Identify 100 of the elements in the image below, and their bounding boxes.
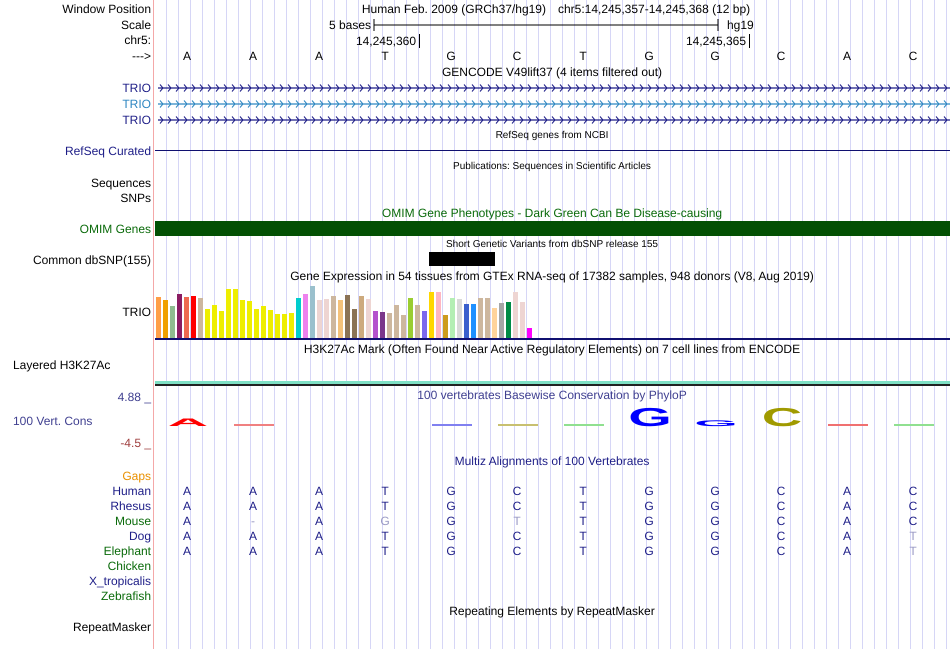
- expression-bar: [177, 294, 182, 338]
- coordinate-tick: 14,245,365: [686, 34, 750, 48]
- expression-bar: [184, 297, 189, 338]
- aligned-base: A: [314, 498, 323, 512]
- track-label: Sequences: [90, 176, 151, 190]
- aligned-base: C: [512, 498, 522, 512]
- aligned-base: T: [579, 528, 587, 542]
- base-letter: T: [579, 48, 587, 62]
- species-label: Chicken: [108, 558, 151, 572]
- aligned-base: A: [314, 484, 323, 498]
- track-label: TRIO: [122, 305, 151, 319]
- expression-bar: [527, 328, 532, 338]
- gene-label: TRIO: [122, 81, 151, 95]
- aligned-base: G: [446, 514, 456, 528]
- expression-bar: [282, 314, 287, 338]
- species-label: Dog: [128, 528, 151, 542]
- track-title: Short Genetic Variants from dbSNP release 155: [446, 238, 658, 252]
- species-label: Elephant: [104, 544, 151, 558]
- expression-bar: [359, 296, 364, 338]
- aligned-base: G: [644, 514, 654, 528]
- expression-bar: [303, 294, 308, 338]
- expression-bar: [464, 304, 469, 338]
- aligned-base: A: [842, 484, 851, 498]
- aligned-base: G: [644, 544, 654, 558]
- expression-bar: [226, 289, 231, 338]
- expression-bar: [492, 308, 497, 338]
- expression-bar: [317, 300, 322, 338]
- gene-label: TRIO: [122, 97, 151, 111]
- expression-bar: [156, 297, 161, 338]
- aligned-base: C: [776, 514, 786, 528]
- coordinate-tick: 14,245,360: [356, 34, 420, 48]
- expression-bar: [275, 314, 280, 338]
- expression-bar: [338, 300, 343, 338]
- expression-bar: [520, 302, 525, 338]
- aligned-base: G: [446, 484, 456, 498]
- expression-bar: [478, 298, 483, 338]
- assembly-label: hg19: [727, 18, 754, 32]
- track-title: Repeating Elements by RepeatMasker: [449, 604, 655, 618]
- aligned-base: G: [446, 544, 456, 558]
- base-letter: G: [446, 48, 456, 62]
- base-letter: A: [248, 48, 257, 62]
- species-label: Mouse: [114, 514, 151, 528]
- track-title: GENCODE V49lift37 (4 items filtered out): [442, 65, 662, 79]
- aligned-base: A: [842, 514, 851, 528]
- expression-bar: [506, 302, 511, 338]
- expression-bar: [233, 289, 238, 338]
- aligned-base: G: [710, 484, 720, 498]
- expression-bar: [296, 298, 301, 338]
- track-title: Multiz Alignments of 100 Vertebrates: [454, 454, 650, 468]
- base-letter: C: [776, 48, 786, 62]
- aligned-base: G: [644, 498, 654, 512]
- aligned-base: A: [314, 528, 323, 542]
- expression-bar: [415, 305, 420, 338]
- track-title: H3K27Ac Mark (Often Found Near Active Regulatory Elements) on 7 cell lines from ENCODE: [304, 342, 800, 356]
- expression-bar: [380, 312, 385, 338]
- base-letter: A: [842, 48, 851, 62]
- track-label: chr5:: [124, 33, 151, 47]
- aligned-base: T: [381, 484, 389, 498]
- expression-bar: [170, 306, 175, 338]
- aligned-base: C: [776, 544, 786, 558]
- aligned-base: A: [842, 528, 851, 542]
- axis-min-label: -4.5 _: [120, 436, 151, 450]
- base-letter: A: [314, 48, 323, 62]
- aligned-base: C: [776, 498, 786, 512]
- aligned-base: T: [579, 544, 587, 558]
- aligned-base: T: [579, 498, 587, 512]
- aligned-base: T: [381, 528, 389, 542]
- track-label: Layered H3K27Ac: [13, 358, 110, 372]
- aligned-base: A: [842, 544, 851, 558]
- track-label: Window Position: [62, 2, 151, 16]
- expression-bar: [212, 305, 217, 338]
- base-letter: C: [908, 48, 918, 62]
- expression-bar: [366, 299, 371, 338]
- track-label: Gaps: [122, 468, 151, 482]
- aligned-base: G: [446, 528, 456, 542]
- aligned-base: A: [248, 528, 257, 542]
- aligned-base: G: [710, 528, 720, 542]
- base-letter: T: [381, 48, 389, 62]
- track-label: 100 Vert. Cons: [13, 414, 92, 428]
- variant-block: [429, 252, 495, 266]
- aligned-base: C: [776, 484, 786, 498]
- expression-bar: [345, 295, 350, 338]
- aligned-base: C: [908, 498, 918, 512]
- expression-bar: [450, 298, 455, 338]
- expression-bar: [401, 315, 406, 338]
- aligned-base: A: [182, 528, 191, 542]
- aligned-base: A: [182, 514, 191, 528]
- aligned-base: G: [644, 528, 654, 542]
- expression-bar: [387, 313, 392, 338]
- expression-bar: [485, 298, 490, 338]
- aligned-base: A: [248, 484, 257, 498]
- aligned-base: -: [251, 514, 255, 528]
- logo-letter: C: [762, 402, 802, 429]
- expression-bar: [429, 292, 434, 338]
- aligned-base: C: [776, 528, 786, 542]
- aligned-base: T: [909, 544, 917, 558]
- species-label: Rhesus: [110, 498, 151, 512]
- expression-bar: [352, 309, 357, 338]
- aligned-base: C: [512, 528, 522, 542]
- aligned-base: G: [644, 484, 654, 498]
